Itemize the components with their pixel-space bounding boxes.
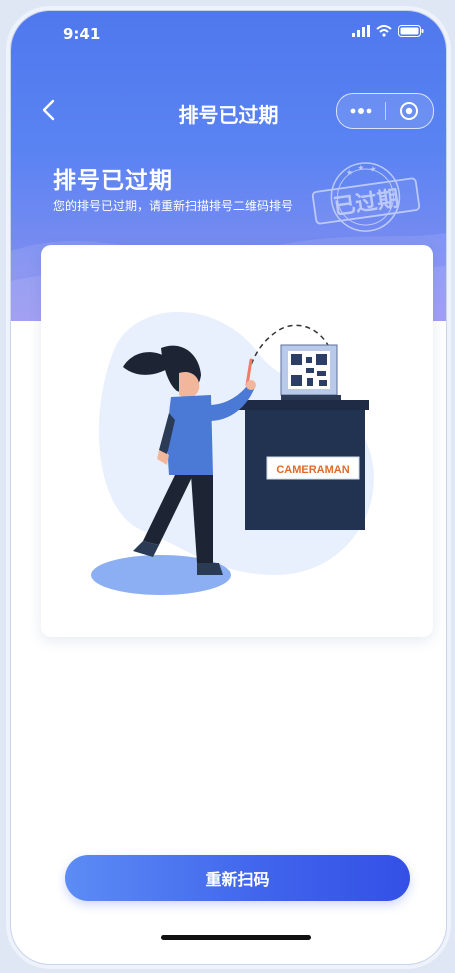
expired-stamp: ★ ★ ★ 已过期 [311, 162, 421, 232]
illustration-card: CAMERAMAN [41, 245, 433, 637]
home-indicator [161, 935, 311, 940]
svg-text:★: ★ [357, 163, 365, 173]
status-icons [352, 25, 424, 37]
close-button[interactable] [386, 94, 434, 128]
phone-frame: 9:41 排号已过期 排号已过期 您的排号已过期，请重新扫描排号二维码排号 ★ … [10, 10, 447, 965]
status-bar: 9:41 [11, 11, 446, 55]
status-time: 9:41 [63, 25, 101, 43]
rescan-button[interactable]: 重新扫码 [65, 855, 410, 901]
scan-illustration: CAMERAMAN [91, 311, 374, 595]
target-close-icon [400, 102, 419, 120]
nav-bar: 排号已过期 [11, 93, 446, 133]
signal-icon [352, 25, 370, 37]
svg-text:★: ★ [345, 168, 353, 178]
page-title: 排号已过期 [53, 168, 173, 194]
counter-label: CAMERAMAN [276, 464, 349, 476]
wifi-icon [376, 25, 392, 37]
battery-icon [398, 25, 424, 37]
more-button[interactable] [337, 94, 385, 128]
svg-text:★: ★ [369, 164, 377, 174]
more-dots-icon [350, 108, 372, 114]
mini-program-capsule [336, 93, 434, 129]
page-description: 您的排号已过期，请重新扫描排号二维码排号 [53, 199, 294, 213]
